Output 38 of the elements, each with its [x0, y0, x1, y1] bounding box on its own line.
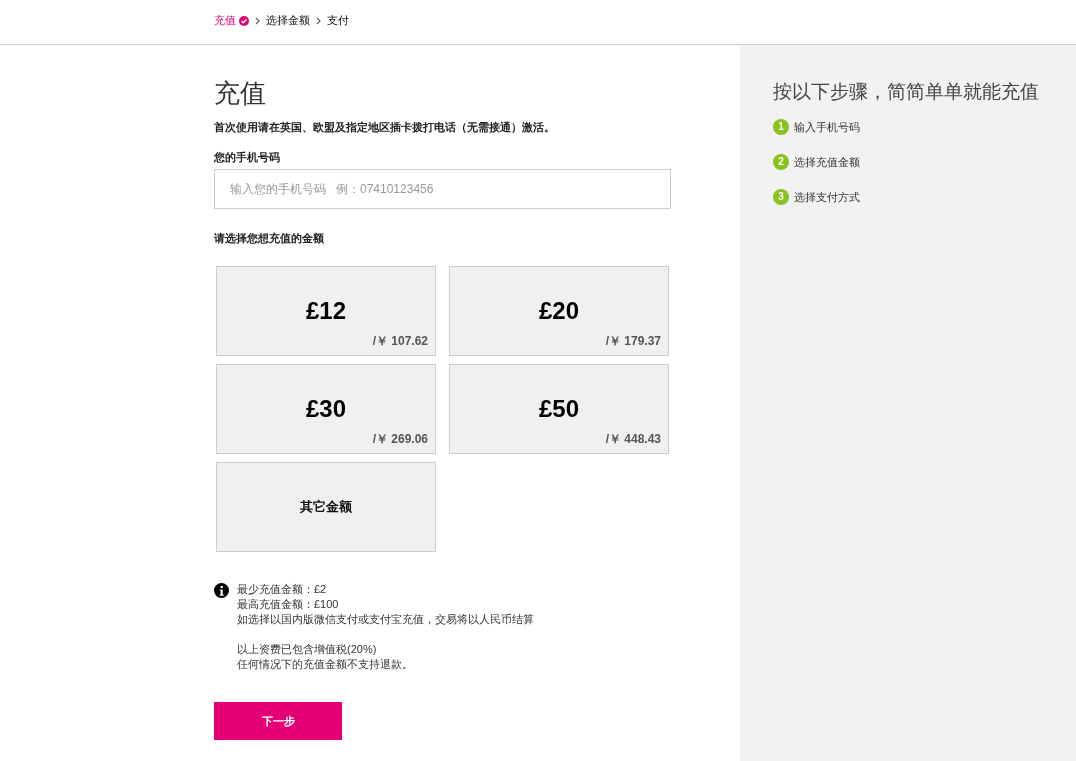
amount-price: £12 — [305, 296, 346, 326]
amount-option[interactable]: £20 /￥ 179.37 — [449, 266, 669, 356]
amount-price: £30 — [305, 394, 346, 424]
notice-text: 首次使用请在英国、欧盟及指定地区插卡拨打电话（无需接通）激活。 — [214, 120, 555, 135]
step-label: 输入手机号码 — [794, 119, 860, 135]
step-label: 选择支付方式 — [794, 189, 860, 205]
panel-title: 按以下步骤，简简单单就能充值 — [773, 80, 1039, 104]
amount-option[interactable]: £30 /￥ 269.06 — [216, 364, 436, 454]
converted-price: /￥ 269.06 — [372, 432, 428, 447]
note-text: 最少充值金额：£2 — [237, 582, 327, 597]
next-button[interactable]: 下一步 — [214, 702, 342, 740]
info-icon — [214, 583, 229, 598]
breadcrumb-link[interactable]: 选择金额 — [266, 13, 310, 28]
page-title: 充值 — [214, 78, 266, 108]
note-text: 如选择以国内版微信支付或支付宝充值，交易将以人民币结算 — [237, 612, 534, 627]
converted-price: /￥ 179.37 — [605, 334, 661, 349]
note-text: 以上资费已包含增值税(20%) — [237, 642, 377, 657]
breadcrumb-link[interactable]: 支付 — [327, 13, 349, 28]
step-number: 3 — [773, 189, 789, 205]
amount-option[interactable]: 其它金额 — [216, 462, 436, 552]
amount-price: £50 — [538, 394, 579, 424]
amount-price: £20 — [538, 296, 579, 326]
converted-price: /￥ 107.62 — [372, 334, 428, 349]
section-label: 请选择您想充值的金额 — [214, 231, 324, 246]
note-text: 最高充值金额：£100 — [237, 597, 339, 612]
chevron-icon — [255, 16, 260, 25]
note-text: 任何情况下的充值金额不支持退款。 — [237, 657, 413, 672]
field-label: 您的手机号码 — [214, 150, 280, 165]
breadcrumb-link[interactable]: 充值 — [214, 13, 236, 28]
step-number: 2 — [773, 154, 789, 170]
converted-price: /￥ 448.43 — [605, 432, 661, 447]
chevron-icon — [316, 16, 321, 25]
phone-input-field[interactable]: 输入您的手机号码 例：07410123456 — [214, 169, 671, 209]
step-label: 选择充值金额 — [794, 154, 860, 170]
step-number: 1 — [773, 119, 789, 135]
amount-option[interactable]: £12 /￥ 107.62 — [216, 266, 436, 356]
amount-option[interactable]: £50 /￥ 448.43 — [449, 364, 669, 454]
other-amount-label: 其它金额 — [300, 498, 352, 516]
